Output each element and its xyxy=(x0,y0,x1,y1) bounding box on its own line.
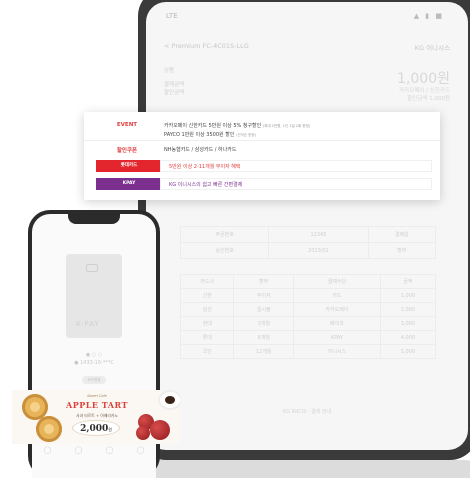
back-title[interactable]: < Premium FC-4C01S-LLG xyxy=(164,42,249,50)
tab-icon[interactable]: ◯ xyxy=(106,446,114,464)
table-cell: 롯데 xyxy=(179,330,235,345)
phone-tab-bar: ◯ ◯ ◯ ◯ xyxy=(32,446,156,464)
tab-icon[interactable]: ◯ xyxy=(137,446,145,464)
popup-divider xyxy=(84,140,440,141)
phone-notch xyxy=(68,214,120,224)
tablet-screen: LTE ▲ ▮ ■ < Premium FC-4C01S-LLG KG 이니시스… xyxy=(146,2,468,450)
status-icons: ▲ ▮ ■ xyxy=(413,12,444,20)
table-row: 신한 무이자 카드 1,000 xyxy=(179,288,437,303)
event-line-2-text: PAYCO 1만원 이상 3500원 할인 xyxy=(164,132,235,138)
table-cell: KPAY xyxy=(293,330,381,345)
header-right: KG 이니시스 xyxy=(414,44,450,52)
table-cell: 무이자 xyxy=(233,288,295,303)
table-cell: 1,000 xyxy=(379,288,437,303)
table-cell: 주문번호 xyxy=(179,226,270,243)
table-cell: 페이코 xyxy=(293,316,381,331)
summary-label-amount: 결제금액 xyxy=(164,82,185,88)
summary-amount: 1,000원 xyxy=(397,71,450,87)
table-row: 주문번호 12345 결제일 xyxy=(179,226,437,243)
banner-price: 2,000원 xyxy=(72,420,120,436)
change-card-button[interactable]: 카드변경 xyxy=(82,376,106,384)
payment-summary: 상품 결제금액 할인금액 1,000원 카카오페이 / 신한카드 할인금액 1,… xyxy=(164,66,450,112)
benefit-popup: EVENT 카카오페이 신한카드 5만원 이상 5% 청구할인 (최대 1만원,… xyxy=(84,112,440,200)
summary-sub-2: 할인금액 1,000원 xyxy=(407,96,450,102)
table-cell: 12개월 xyxy=(233,344,295,359)
table-row: 승인번호 2023/01 할부 xyxy=(179,242,437,259)
event-line-1-text: 카카오페이 신한카드 5만원 이상 5% 청구할인 xyxy=(164,123,262,129)
table-cell: 4,000 xyxy=(379,330,437,345)
price-unit: 원 xyxy=(108,427,112,432)
table-cell: 금액 xyxy=(379,274,437,289)
table-cell: 12345 xyxy=(268,226,369,243)
tab-icon[interactable]: ◯ xyxy=(44,446,52,464)
table-cell: 현대 xyxy=(179,316,235,331)
berry-image xyxy=(150,420,170,440)
tablet-device: LTE ▲ ▮ ■ < Premium FC-4C01S-LLG KG 이니시스… xyxy=(138,0,470,460)
tart-image xyxy=(36,416,62,442)
table-cell: 3개월 xyxy=(233,316,295,331)
table-cell: 이니시스 xyxy=(293,344,381,359)
event-line-2: PAYCO 1만원 이상 3500원 할인 (선착순 한정) xyxy=(164,131,256,138)
coupon-text: NH농협카드 / 삼성카드 / 하나카드 xyxy=(164,147,237,153)
table-row: 카드사 할부 결제수단 금액 xyxy=(179,274,437,289)
table-cell: 일시불 xyxy=(233,302,295,317)
table-cell: 3,000 xyxy=(379,316,437,331)
coffee-cup-image xyxy=(160,392,180,408)
event-line-1: 카카오페이 신한카드 5만원 이상 5% 청구할인 (최대 1만원, 1인 1일… xyxy=(164,122,310,129)
event-line-1-note: (최대 1만원, 1인 1일 1회 한정) xyxy=(262,124,311,128)
card-number: ● 1433-16-***C xyxy=(74,360,114,366)
card-brand: K-PAY xyxy=(76,320,100,328)
lotte-card-label: 롯데카드 xyxy=(96,160,162,172)
banner-title: APPLE TART xyxy=(66,400,128,410)
summary-label-discount: 할인금액 xyxy=(164,90,185,96)
apple-tart-banner[interactable]: Sweet Cafe APPLE TART 사과 타르트 + 아메리카노 2,0… xyxy=(12,390,180,444)
coupon-label: 할인쿠폰 xyxy=(116,148,138,154)
table-row: 현대 3개월 페이코 3,000 xyxy=(179,316,437,331)
banner-small-text: Sweet Cafe xyxy=(87,394,107,398)
tablet-header: < Premium FC-4C01S-LLG KG 이니시스 xyxy=(164,42,450,56)
table-cell: 2,000 xyxy=(379,302,437,317)
table-cell: 신한 xyxy=(179,288,235,303)
table-cell: 결제일 xyxy=(367,226,437,243)
card-chip-icon xyxy=(86,264,98,272)
tab-icon[interactable]: ◯ xyxy=(75,446,83,464)
event-label: EVENT xyxy=(116,122,138,128)
table-row: 국민 12개월 이니시스 5,000 xyxy=(179,344,437,359)
kpay-text: KG 이니시스의 쉽고 빠른 간편결제 xyxy=(160,178,432,190)
table-cell: 카드 xyxy=(293,288,381,303)
table-cell: 할부 xyxy=(233,274,295,289)
price-value: 2,000 xyxy=(80,424,109,434)
table-cell: 카카오페이 xyxy=(293,302,381,317)
table-row: 삼성 일시불 카카오페이 2,000 xyxy=(179,302,437,317)
banner-subtitle: 사과 타르트 + 아메리카노 xyxy=(76,413,118,418)
table-row: 롯데 6개월 KPAY 4,000 xyxy=(179,330,437,345)
table-cell: 6개월 xyxy=(233,330,295,345)
lotte-card-text: 5만원 이상 2-11개월 무이자 혜택 xyxy=(160,160,432,172)
table-cell: 카드사 xyxy=(179,274,235,289)
table-cell: 삼성 xyxy=(179,302,235,317)
card-pager-dots: ● ○ ○ xyxy=(85,352,103,358)
tablet-status-bar: LTE ▲ ▮ ■ xyxy=(146,12,468,24)
table-cell: 국민 xyxy=(179,344,235,359)
tablet-footer: KG INICIS · 결제 안내 xyxy=(282,409,332,415)
order-info-table: 주문번호 12345 결제일 승인번호 2023/01 할부 xyxy=(179,226,437,259)
payment-grid-table: 카드사 할부 결제수단 금액 신한 무이자 카드 1,000 삼성 일시불 카카… xyxy=(179,274,437,359)
table-cell: 승인번호 xyxy=(179,242,270,259)
event-line-2-note: (선착순 한정) xyxy=(236,133,256,137)
table-cell: 2023/01 xyxy=(268,242,369,259)
berry-image xyxy=(136,426,150,440)
second-device-edge xyxy=(138,460,470,478)
summary-sub-1: 카카오페이 / 신한카드 xyxy=(399,88,450,94)
table-cell: 5,000 xyxy=(379,344,437,359)
kpay-label: KPAY xyxy=(96,178,162,190)
summary-label-product: 상품 xyxy=(164,68,175,74)
payment-card[interactable]: K-PAY xyxy=(66,254,122,338)
status-time: LTE xyxy=(166,12,178,20)
table-cell: 할부 xyxy=(367,242,437,259)
table-cell: 결제수단 xyxy=(293,274,381,289)
